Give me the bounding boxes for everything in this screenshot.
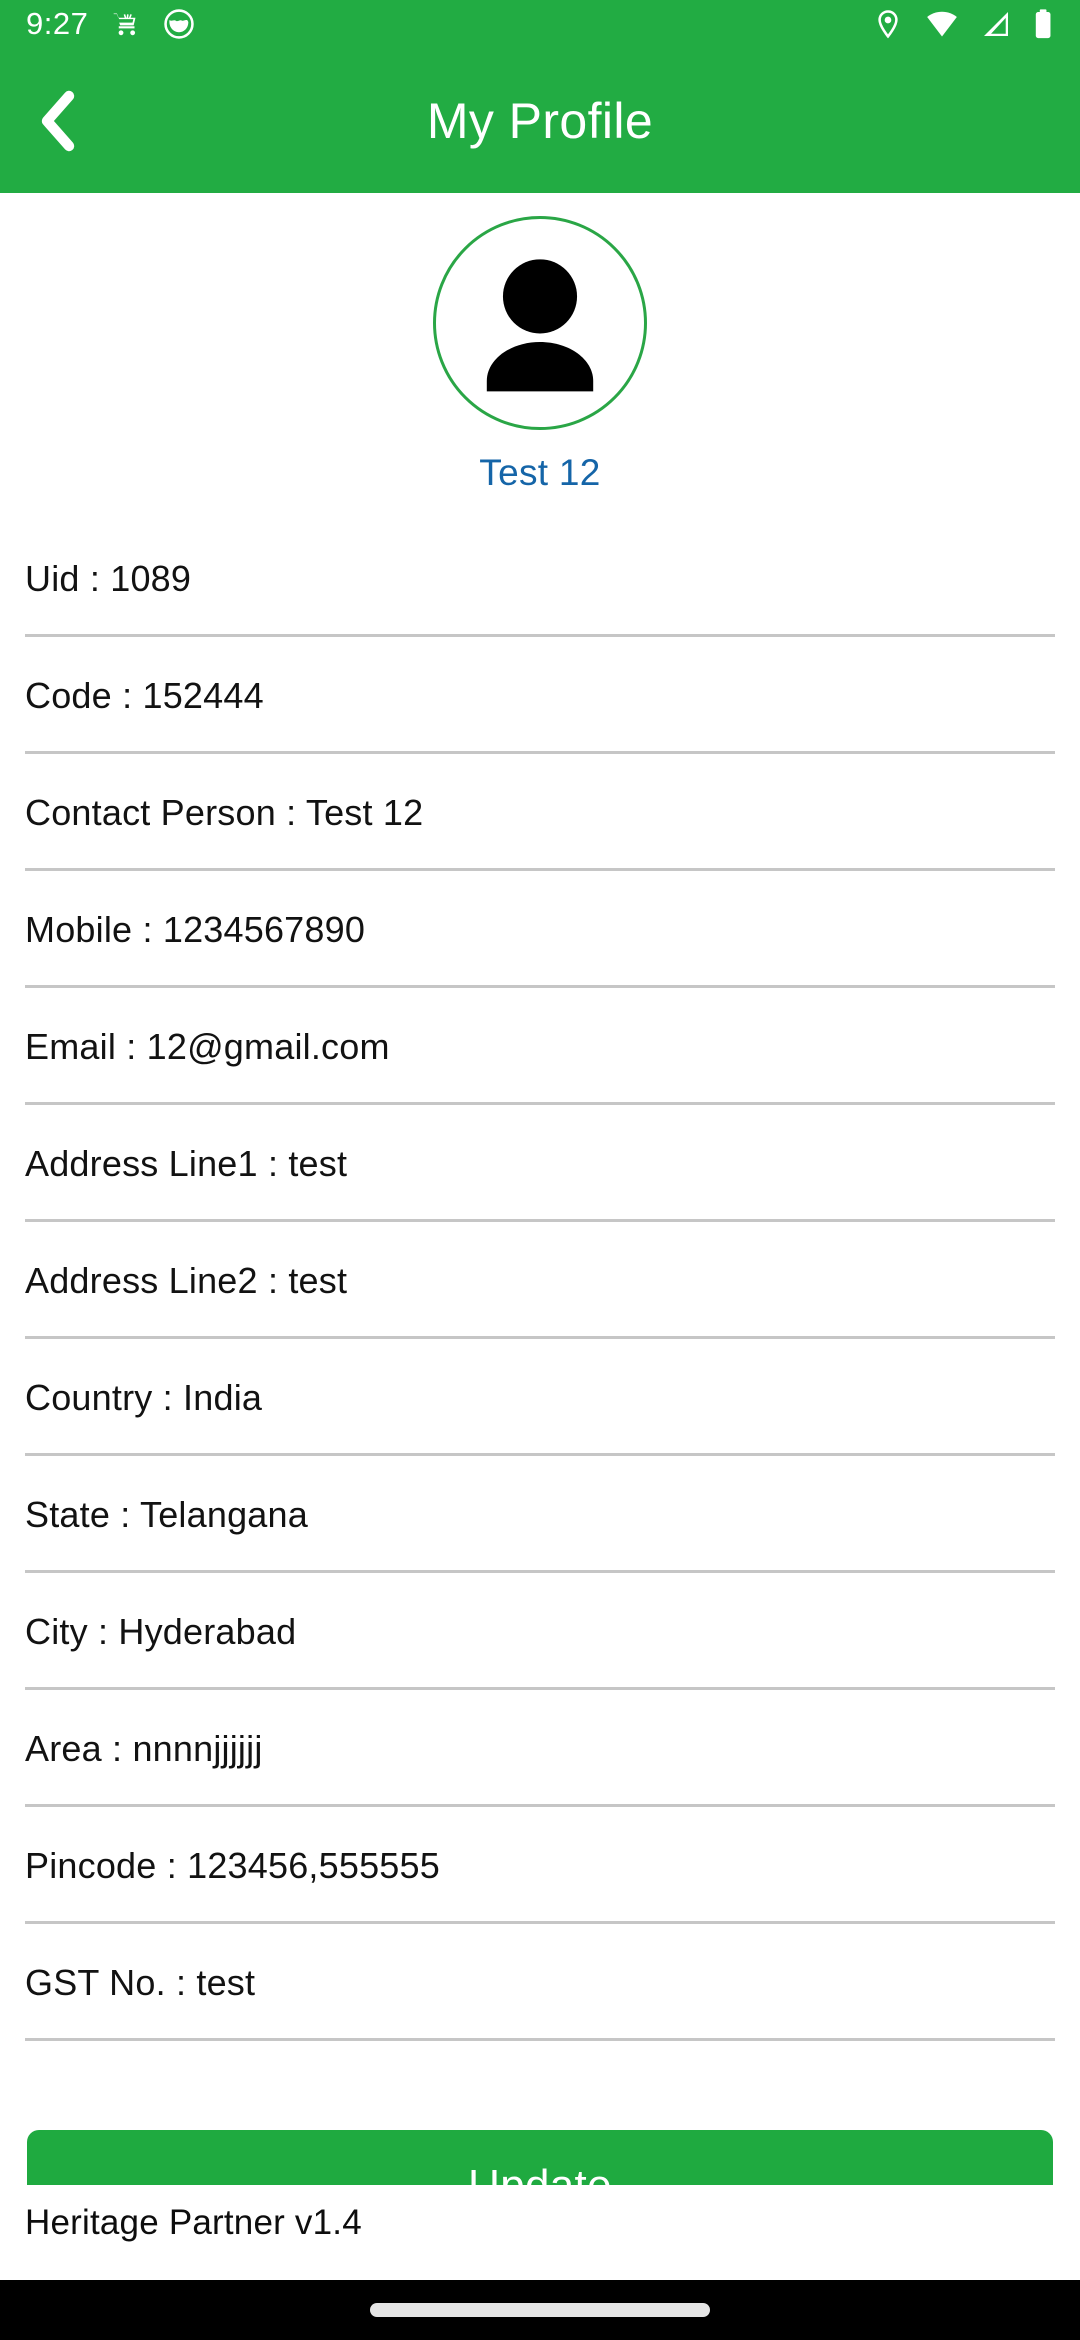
field-row-address-line1: Address Line1 : test: [0, 1105, 1080, 1222]
field-text: Pincode : 123456,555555: [25, 1844, 440, 1886]
field-row-state: State : Telangana: [0, 1456, 1080, 1573]
battery-icon: [1035, 9, 1051, 39]
profile-name: Test 12: [479, 452, 601, 493]
app-version-label: Heritage Partner v1.4: [25, 2203, 362, 2242]
field-row-country: Country : India: [0, 1339, 1080, 1456]
profile-content: Test 12 Uid : 1089 Code : 152444 Contact…: [0, 193, 1080, 2280]
update-button[interactable]: Update: [27, 2130, 1053, 2185]
location-pin-icon: [878, 10, 898, 39]
face-circle-icon: [164, 9, 195, 39]
system-navigation-bar: [0, 2280, 1080, 2340]
wifi-icon: [927, 11, 957, 37]
person-avatar-icon: [486, 259, 594, 392]
shopping-cart-icon: [114, 13, 136, 36]
page-title: My Profile: [426, 92, 654, 149]
chevron-left-icon: [41, 90, 75, 151]
field-row-area: Area : nnnnjjjjjj: [0, 1690, 1080, 1807]
field-row-email: Email : 12@gmail.com: [0, 988, 1080, 1105]
field-text: Contact Person : Test 12: [25, 791, 424, 833]
profile-screen: 9:27 My Profile Test 12 Uid: 1089 Code …: [0, 0, 1080, 2340]
field-text: Area : nnnnjjjjjj: [25, 1727, 263, 1769]
field-text: Email : 12@gmail.com: [25, 1025, 390, 1067]
field-row-city: City : Hyderabad: [0, 1573, 1080, 1690]
cellular-signal-icon: [984, 12, 1008, 36]
status-bar-clock: 9:27: [26, 6, 89, 41]
field-text: Code : 152444: [25, 674, 264, 716]
field-text: City : Hyderabad: [25, 1610, 297, 1652]
status-bar-left: 9:27: [26, 6, 196, 42]
field-text: Address Line2 : test: [25, 1259, 348, 1301]
field-row-uid: Uid : 1089: [0, 520, 1080, 637]
field-row-pincode: Pincode : 123456,555555: [0, 1807, 1080, 1924]
field-row-code: Code : 152444: [0, 637, 1080, 754]
field-text: Country : India: [25, 1376, 263, 1418]
field-text: GST No. : test: [25, 1961, 256, 2003]
profile-header: Test 12: [0, 193, 1080, 494]
app-bar: My Profile: [0, 48, 1080, 193]
home-indicator[interactable]: [370, 2303, 710, 2317]
field-row-address-line2: Address Line2 : test: [0, 1222, 1080, 1339]
field-row-mobile: Mobile : 1234567890: [0, 871, 1080, 988]
back-button[interactable]: [0, 48, 118, 193]
avatar[interactable]: [433, 216, 647, 430]
status-bar-right: [872, 8, 1054, 40]
update-button-container: Update: [0, 2130, 1080, 2185]
field-row-contact-person: Contact Person : Test 12: [0, 754, 1080, 871]
field-row-gst-no: GST No. : test: [0, 1924, 1080, 2041]
profile-field-list: Uid : 1089 Code : 152444 Contact Person …: [0, 520, 1080, 2041]
field-text: Address Line1 : test: [25, 1142, 348, 1184]
status-bar: 9:27: [0, 0, 1080, 48]
field-text: State : Telangana: [25, 1493, 308, 1535]
field-text: Mobile : 1234567890: [25, 908, 366, 950]
field-text: Uid : 1089: [25, 557, 192, 599]
